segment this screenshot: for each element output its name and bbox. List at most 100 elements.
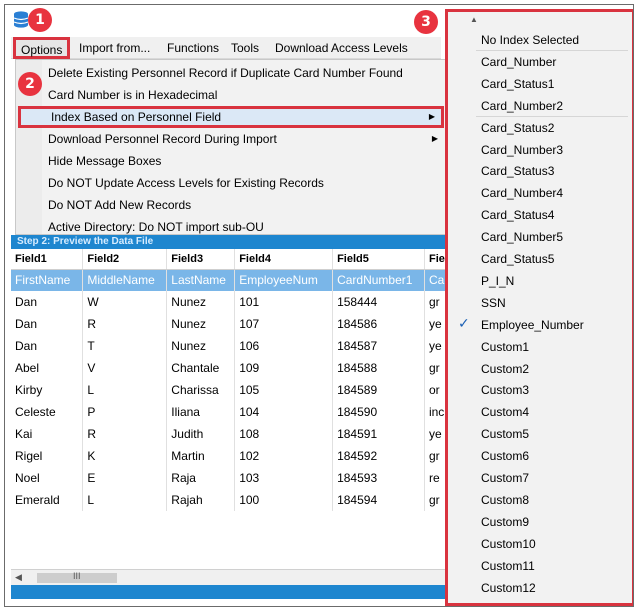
grid-cell[interactable]: V (82, 357, 168, 379)
grid-cell[interactable]: Field5 (332, 249, 425, 270)
grid-cell[interactable]: 184589 (332, 379, 425, 401)
grid-cell[interactable]: Emerald (11, 489, 84, 511)
grid-cell[interactable]: Raja (166, 467, 236, 489)
menu-functions[interactable]: Functions (163, 40, 223, 57)
grid-cell[interactable]: 105 (234, 379, 334, 401)
submenu-item[interactable]: Custom1 (481, 336, 529, 358)
submenu-item[interactable]: Custom6 (481, 445, 529, 467)
grid-cell[interactable]: Nunez (166, 335, 236, 357)
opt-no-update-access[interactable]: Do NOT Update Access Levels for Existing… (48, 172, 324, 194)
table-row[interactable]: Kai R Judith 108 184591 ye (11, 423, 450, 445)
submenu-item[interactable]: Employee_Number (481, 314, 584, 336)
table-row[interactable]: Noel E Raja 103 184593 re (11, 467, 450, 489)
chevron-up-icon[interactable]: ▲ (470, 15, 478, 24)
grid-cell[interactable]: 184586 (332, 313, 425, 335)
grid-cell[interactable]: 100 (234, 489, 334, 511)
submenu-item[interactable]: Custom11 (481, 555, 535, 577)
grid-cell[interactable]: L (82, 379, 168, 401)
grid-cell[interactable]: 184590 (332, 401, 425, 423)
grid-cell[interactable]: Charissa (166, 379, 236, 401)
grid-cell[interactable]: 109 (234, 357, 334, 379)
table-row[interactable]: Celeste P Iliana 104 184590 inc (11, 401, 450, 423)
grid-cell[interactable]: R (82, 423, 168, 445)
grid-cell[interactable]: Field4 (234, 249, 334, 270)
submenu-item[interactable]: Card_Number3 (481, 139, 563, 161)
opt-card-hex[interactable]: Card Number is in Hexadecimal (48, 84, 217, 106)
menu-options[interactable]: Options (13, 37, 71, 59)
grid-cell[interactable]: T (82, 335, 168, 357)
grid-cell[interactable]: 104 (234, 401, 334, 423)
opt-index-personnel-field[interactable]: Index Based on Personnel Field ▶ (18, 106, 444, 128)
grid-cell[interactable]: E (82, 467, 168, 489)
opt-hide-messages[interactable]: Hide Message Boxes (48, 150, 161, 172)
grid-header-row[interactable]: Field1 Field2 Field3 Field4 Field5 Fie (11, 249, 450, 270)
opt-no-add-records[interactable]: Do NOT Add New Records (48, 194, 191, 216)
grid-cell[interactable]: Abel (11, 357, 84, 379)
grid-cell[interactable]: 102 (234, 445, 334, 467)
submenu-item[interactable]: Card_Number4 (481, 182, 563, 204)
grid-cell[interactable]: 108 (234, 423, 334, 445)
grid-cell[interactable]: 184594 (332, 489, 425, 511)
opt-delete-duplicate[interactable]: Delete Existing Personnel Record if Dupl… (48, 62, 403, 84)
submenu-item[interactable]: Card_Status1 (481, 73, 554, 95)
grid-cell[interactable]: Nunez (166, 291, 236, 313)
submenu-item[interactable]: Custom12 (481, 577, 536, 599)
submenu-item[interactable]: Custom7 (481, 467, 529, 489)
grid-cell[interactable]: 184587 (332, 335, 425, 357)
submenu-item[interactable]: Custom4 (481, 401, 529, 423)
submenu-item[interactable]: Custom5 (481, 423, 529, 445)
submenu-item[interactable]: Card_Status2 (481, 117, 554, 139)
grid-cell[interactable]: Chantale (166, 357, 236, 379)
grid-cell[interactable]: Dan (11, 335, 84, 357)
submenu-item[interactable]: Card_Status5 (481, 248, 554, 270)
grid-cell[interactable]: Nunez (166, 313, 236, 335)
horizontal-scrollbar[interactable]: ◀ III (11, 569, 449, 585)
table-row[interactable]: Abel V Chantale 109 184588 gr (11, 357, 450, 379)
grid-cell[interactable]: 107 (234, 313, 334, 335)
grid-cell[interactable]: Field2 (82, 249, 168, 270)
grid-cell[interactable]: Martin (166, 445, 236, 467)
menu-download-access-levels[interactable]: Download Access Levels (271, 40, 412, 57)
opt-download-record[interactable]: Download Personnel Record During Import … (48, 128, 444, 150)
grid-cell[interactable]: Kai (11, 423, 84, 445)
chevron-left-icon[interactable]: ◀ (15, 572, 22, 583)
grid-cell[interactable]: W (82, 291, 168, 313)
submenu-item[interactable]: Card_Number5 (481, 226, 563, 248)
grid-cell[interactable]: Field3 (166, 249, 236, 270)
grid-cell[interactable]: MiddleName (82, 269, 168, 291)
grid-cell[interactable]: Field1 (11, 249, 84, 270)
scroll-thumb[interactable]: III (37, 571, 117, 583)
grid-cell[interactable]: 184593 (332, 467, 425, 489)
menu-tools[interactable]: Tools (227, 40, 263, 57)
grid-cell[interactable]: 101 (234, 291, 334, 313)
grid-cell[interactable]: Iliana (166, 401, 236, 423)
table-row[interactable]: Kirby L Charissa 105 184589 or (11, 379, 450, 401)
grid-cell[interactable]: L (82, 489, 168, 511)
grid-cell[interactable]: Judith (166, 423, 236, 445)
submenu-item[interactable]: Card_Status4 (481, 204, 554, 226)
table-row[interactable]: Dan R Nunez 107 184586 ye (11, 313, 450, 335)
grid-cell[interactable]: 158444 (332, 291, 425, 313)
submenu-item[interactable]: Custom8 (481, 489, 529, 511)
grid-cell[interactable]: Celeste (11, 401, 84, 423)
grid-cell[interactable]: CardNumber1 (332, 269, 425, 291)
submenu-item[interactable]: Custom10 (481, 533, 536, 555)
grid-cell[interactable]: LastName (166, 269, 236, 291)
submenu-item[interactable]: No Index Selected (481, 29, 579, 51)
grid-cell[interactable]: 184592 (332, 445, 425, 467)
grid-cell[interactable]: 103 (234, 467, 334, 489)
grid-cell[interactable]: 184588 (332, 357, 425, 379)
submenu-item[interactable]: Custom3 (481, 379, 529, 401)
submenu-item[interactable]: Card_Number (481, 51, 556, 73)
grid-cell[interactable]: Rigel (11, 445, 84, 467)
grid-cell[interactable]: Dan (11, 291, 84, 313)
grid-field-names-row[interactable]: FirstName MiddleName LastName EmployeeNum Ca… (11, 269, 450, 291)
grid-cell[interactable]: R (82, 313, 168, 335)
table-row[interactable]: Emerald L Rajah 100 184594 gr (11, 489, 450, 511)
submenu-item[interactable]: Custom9 (481, 511, 529, 533)
grid-cell[interactable]: K (82, 445, 168, 467)
grid-cell[interactable]: Noel (11, 467, 84, 489)
table-row[interactable]: Rigel K Martin 102 184592 gr (11, 445, 450, 467)
grid-cell[interactable]: Rajah (166, 489, 236, 511)
grid-cell[interactable]: Dan (11, 313, 84, 335)
